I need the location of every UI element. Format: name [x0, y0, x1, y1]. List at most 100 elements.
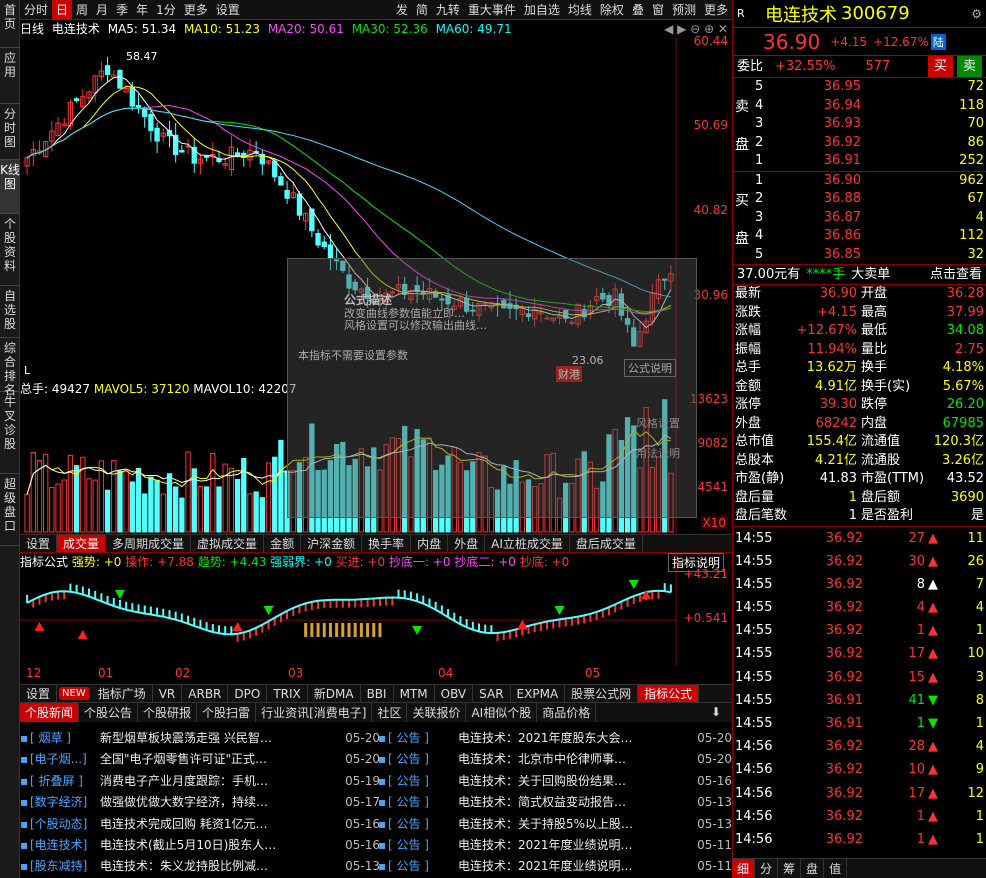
- big-order-link[interactable]: 点击查看: [930, 265, 982, 284]
- news-title[interactable]: 电连技术：朱义龙持股比例减…: [100, 856, 340, 877]
- vol-tab-10[interactable]: 盘后成交量: [570, 535, 643, 552]
- vol-tab-0[interactable]: 设置: [20, 535, 58, 552]
- news-tab-0[interactable]: 个股新闻: [20, 703, 80, 722]
- style-settings-button[interactable]: 风格设置: [636, 415, 680, 431]
- news-tab-1[interactable]: 个股公告: [79, 703, 139, 722]
- tool-button-4[interactable]: 加自选: [520, 0, 564, 20]
- sell-button[interactable]: 卖: [956, 56, 982, 77]
- tool-button-0[interactable]: 发: [392, 0, 412, 20]
- period-tab-8[interactable]: 设置: [212, 0, 244, 20]
- quote-tab-1[interactable]: 分: [755, 859, 779, 878]
- quote-tab-3[interactable]: 盘: [801, 859, 825, 878]
- vol-tab-6[interactable]: 换手率: [362, 535, 412, 552]
- tool-button-6[interactable]: 除权: [596, 0, 628, 20]
- sidebar-tab-4[interactable]: 个股资料: [0, 214, 20, 286]
- vol-tab-3[interactable]: 虚拟成交量: [191, 535, 265, 552]
- news-tab-3[interactable]: 个股扫雷: [197, 703, 257, 722]
- tool-button-2[interactable]: 九转: [432, 0, 464, 20]
- sidebar-tab-2[interactable]: 分时图: [0, 104, 20, 160]
- news-item[interactable]: ▪[ 公告 ] 电连技术：北京市中伦律师事… 05-20: [378, 749, 732, 770]
- news-item[interactable]: ▪[ 公告 ] 电连技术：关于持股5%以上股… 05-13: [378, 814, 732, 835]
- ind-tab-4[interactable]: ARBR: [182, 685, 229, 702]
- tool-button-8[interactable]: 窗: [648, 0, 668, 20]
- tool-button-9[interactable]: 预测: [668, 0, 700, 20]
- ind-tab-12[interactable]: EXPMA: [511, 685, 566, 702]
- news-title[interactable]: 做强做优做大数字经济，持续…: [100, 792, 340, 813]
- news-tab-5[interactable]: 社区: [372, 703, 408, 722]
- ind-tab-9[interactable]: MTM: [394, 685, 435, 702]
- news-item[interactable]: ▪[ 公告 ] 电连技术：2021年度业绩说明… 05-11: [378, 835, 732, 856]
- news-title[interactable]: 电连技术：2021年度业绩说明…: [458, 835, 692, 856]
- quote-tab-4[interactable]: 值: [824, 859, 848, 878]
- news-title[interactable]: 消费电子产业月度跟踪：手机…: [100, 771, 340, 792]
- news-item[interactable]: ▪ [股东减持] 电连技术：朱义龙持股比例减… 05-13: [20, 856, 380, 877]
- indicator-chart[interactable]: 指标公式 强势: +0 操作: +7.88 趋势: +4.43 强弱界: +0 …: [20, 552, 732, 665]
- news-item[interactable]: ▪ [数字经济] 做强做优做大数字经济，持续… 05-17: [20, 792, 380, 813]
- news-title[interactable]: 电连技术：关于回购股份结果…: [458, 771, 692, 792]
- tool-button-7[interactable]: 叠: [628, 0, 648, 20]
- ind-tab-13[interactable]: 股票公式网: [565, 685, 639, 702]
- news-item[interactable]: ▪[ 公告 ] 电连技术：简式权益变动报告… 05-13: [378, 792, 732, 813]
- period-tab-5[interactable]: 年: [132, 0, 152, 20]
- tool-button-3[interactable]: 重大事件: [464, 0, 520, 20]
- news-item[interactable]: ▪ [个股动态] 电连技术完成回购 耗资1亿元… 05-16: [20, 814, 380, 835]
- news-item[interactable]: ▪[ 折叠屏 ] 消费电子产业月度跟踪：手机… 05-19: [20, 771, 380, 792]
- tool-button-1[interactable]: 简: [412, 0, 432, 20]
- news-tab-4[interactable]: 行业资讯[消费电子]: [256, 703, 373, 722]
- ind-tab-10[interactable]: OBV: [435, 685, 474, 702]
- download-icon[interactable]: ⬇: [700, 702, 732, 722]
- ind-tab-2[interactable]: 指标广场: [92, 685, 153, 702]
- sidebar-tab-5[interactable]: 自选股: [0, 286, 20, 338]
- news-item[interactable]: ▪[ 公告 ] 电连技术：关于回购股份结果… 05-16: [378, 771, 732, 792]
- period-tab-2[interactable]: 周: [72, 0, 92, 20]
- news-tab-2[interactable]: 个股研报: [138, 703, 198, 722]
- buy-button[interactable]: 买: [927, 56, 953, 77]
- news-title[interactable]: 全国"电子烟零售许可证"正式…: [100, 749, 340, 770]
- ind-tab-5[interactable]: DPO: [228, 685, 268, 702]
- ind-tab-1[interactable]: NEW: [59, 687, 90, 700]
- period-tab-6[interactable]: 1分: [152, 0, 180, 20]
- period-tab-0[interactable]: 分时: [20, 0, 52, 20]
- news-title[interactable]: 电连技术：北京市中伦律师事…: [458, 749, 692, 770]
- vol-tab-4[interactable]: 金额: [264, 535, 302, 552]
- news-title[interactable]: 电连技术(截止5月10日)股东人…: [100, 835, 340, 856]
- news-item[interactable]: ▪ [电子烟...] 全国"电子烟零售许可证"正式… 05-20: [20, 749, 380, 770]
- ind-tab-0[interactable]: 设置: [20, 685, 58, 702]
- news-item[interactable]: ▪[ 烟草 ] 新型烟草板块震荡走强 兴民智… 05-20: [20, 728, 380, 749]
- vol-tab-5[interactable]: 沪深金额: [301, 535, 363, 552]
- sidebar-tab-7[interactable]: 牛叉诊股: [0, 392, 20, 474]
- news-title[interactable]: 电连技术：关于持股5%以上股…: [458, 814, 692, 835]
- period-tab-3[interactable]: 月: [92, 0, 112, 20]
- ind-tab-3[interactable]: VR: [153, 685, 183, 702]
- sidebar-tab-8[interactable]: 超级盘口: [0, 474, 20, 546]
- quote-r-icon[interactable]: R: [737, 7, 765, 20]
- period-tab-1[interactable]: 日: [52, 0, 73, 20]
- usage-explain-button[interactable]: 用法说明: [636, 445, 680, 461]
- sidebar-tab-3[interactable]: K线图: [0, 160, 20, 214]
- formula-explain-button[interactable]: 公式说明: [624, 359, 676, 377]
- news-title[interactable]: 电连技术：2021年度业绩说明…: [458, 856, 692, 877]
- sidebar-tab-6[interactable]: 综合排名: [0, 338, 20, 397]
- vol-tab-8[interactable]: 外盘: [448, 535, 486, 552]
- news-title[interactable]: 电连技术完成回购 耗资1亿元…: [100, 814, 340, 835]
- news-tab-6[interactable]: 关联报价: [407, 703, 467, 722]
- ind-tab-11[interactable]: SAR: [473, 685, 511, 702]
- news-item[interactable]: ▪[ 公告 ] 电连技术：2021年度股东大会… 05-20: [378, 728, 732, 749]
- ind-tab-14[interactable]: 指标公式: [638, 685, 700, 702]
- period-tab-4[interactable]: 季: [112, 0, 132, 20]
- sidebar-tab-0[interactable]: 首页: [0, 0, 20, 48]
- vol-tab-1[interactable]: 成交量: [57, 535, 107, 552]
- vol-tab-7[interactable]: 内盘: [411, 535, 449, 552]
- quote-tab-2[interactable]: 筹: [778, 859, 802, 878]
- quote-tab-0[interactable]: 细: [732, 859, 756, 878]
- news-title[interactable]: 电连技术：简式权益变动报告…: [458, 792, 692, 813]
- tool-button-10[interactable]: 更多: [700, 0, 732, 20]
- tool-button-5[interactable]: 均线: [564, 0, 596, 20]
- ind-tab-7[interactable]: 新DMA: [308, 685, 361, 702]
- gear-icon[interactable]: ⚙: [971, 7, 982, 21]
- vol-tab-2[interactable]: 多周期成交量: [106, 535, 192, 552]
- sidebar-tab-1[interactable]: 应用: [0, 48, 20, 104]
- news-tab-7[interactable]: AI相似个股: [466, 703, 538, 722]
- news-title[interactable]: 新型烟草板块震荡走强 兴民智…: [100, 728, 340, 749]
- news-item[interactable]: ▪ [电连技术] 电连技术(截止5月10日)股东人… 05-16: [20, 835, 380, 856]
